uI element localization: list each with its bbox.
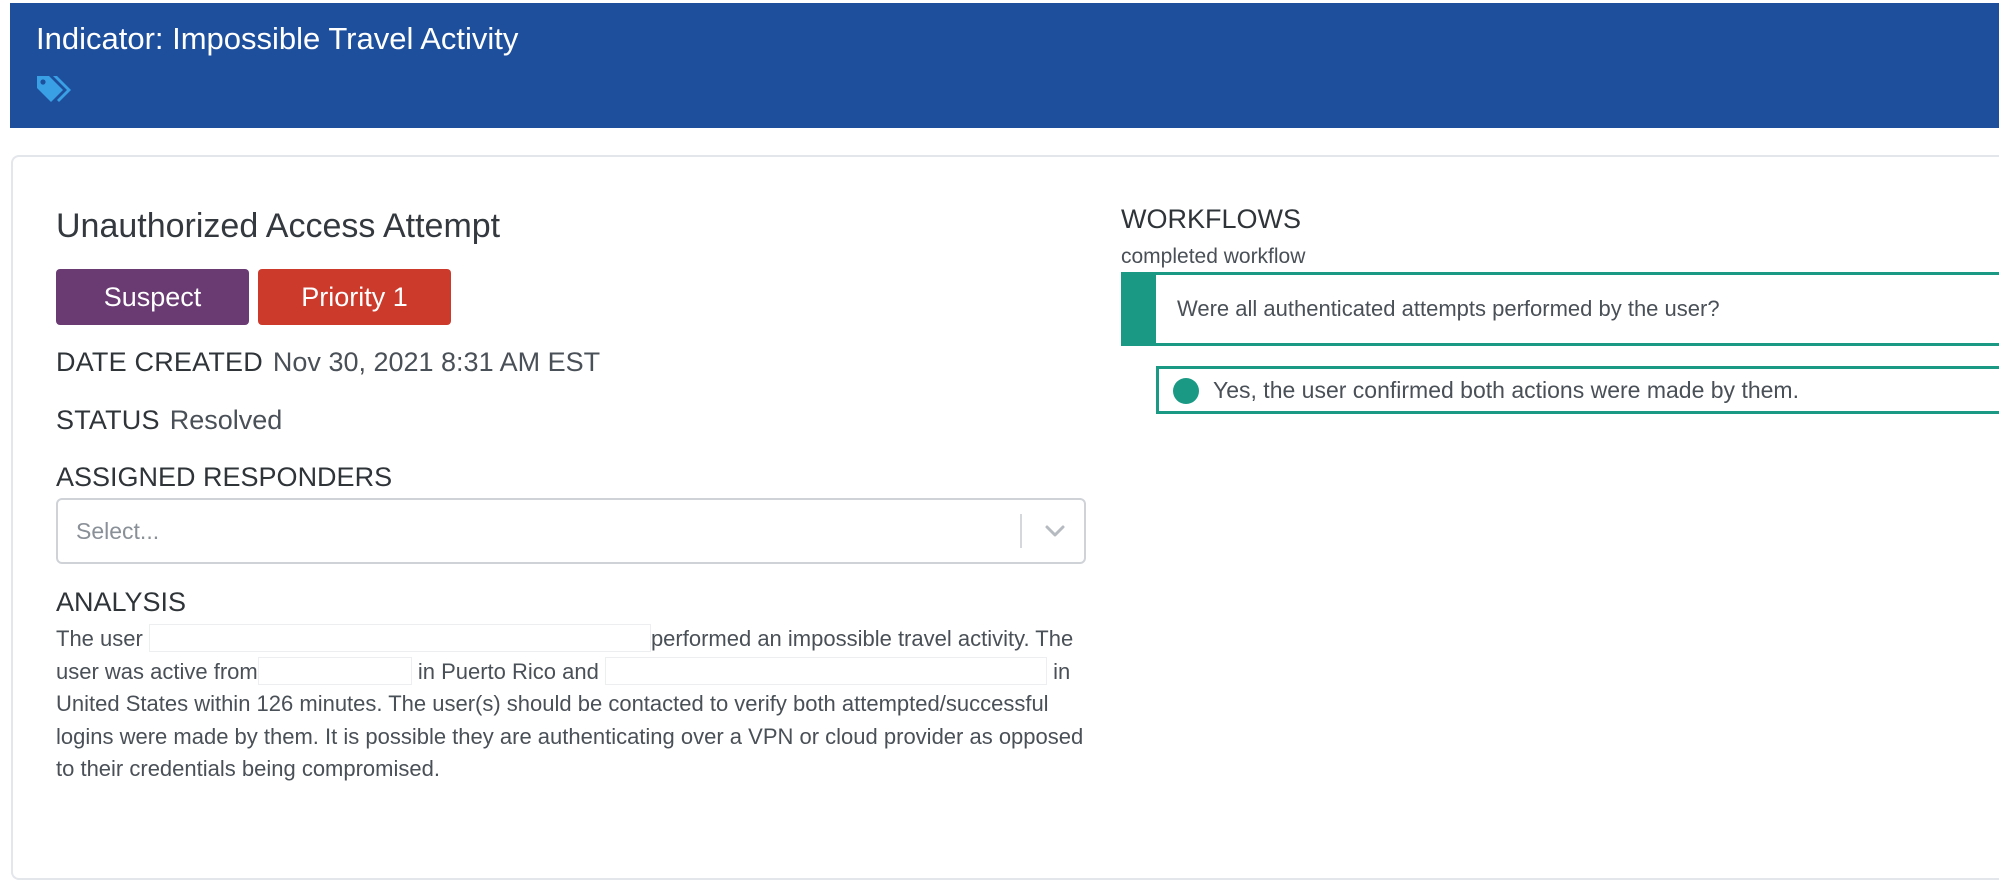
analysis-text: The user performed an impossible travel … — [56, 623, 1096, 786]
indicator-title: Indicator: Impossible Travel Activity — [36, 21, 519, 56]
workflow-answer-text: Yes, the user confirmed both actions wer… — [1213, 377, 1799, 403]
priority-badge[interactable]: Priority 1 — [258, 269, 451, 325]
status-field: STATUS Resolved — [56, 404, 282, 436]
analysis-part1: The user — [56, 626, 149, 651]
suspect-badge[interactable]: Suspect — [56, 269, 249, 325]
redacted-location — [257, 656, 412, 685]
status-label: STATUS — [56, 405, 160, 435]
select-separator — [1020, 514, 1022, 548]
redacted-location-2 — [604, 656, 1047, 685]
workflow-answer[interactable]: Yes, the user confirmed both actions wer… — [1156, 366, 1999, 414]
workflow-question-accent — [1124, 275, 1156, 343]
workflow-question-text: Were all authenticated attempts performe… — [1177, 296, 1720, 321]
incident-title: Unauthorized Access Attempt — [56, 207, 501, 245]
answer-selected-icon — [1173, 378, 1199, 404]
assigned-responders-heading: ASSIGNED RESPONDERS — [56, 462, 393, 492]
indicator-header: Indicator: Impossible Travel Activity — [10, 3, 1999, 128]
redacted-user — [148, 624, 651, 652]
analysis-heading: ANALYSIS — [56, 587, 187, 617]
responders-select-placeholder: Select... — [76, 518, 160, 544]
tags-icon[interactable] — [35, 72, 75, 108]
workflows-subheading: completed workflow — [1121, 245, 1306, 268]
responders-select[interactable]: Select... — [56, 498, 1086, 564]
workflow-question[interactable]: Were all authenticated attempts performe… — [1121, 272, 1999, 346]
date-created-value: Nov 30, 2021 8:31 AM EST — [272, 347, 601, 377]
chevron-down-icon[interactable] — [1040, 518, 1070, 544]
status-value: Resolved — [169, 405, 283, 435]
date-created-field: DATE CREATED Nov 30, 2021 8:31 AM EST — [56, 346, 600, 378]
date-created-label: DATE CREATED — [56, 347, 263, 377]
workflows-heading: WORKFLOWS — [1121, 204, 1301, 234]
analysis-part3: in Puerto Rico and — [411, 658, 605, 684]
